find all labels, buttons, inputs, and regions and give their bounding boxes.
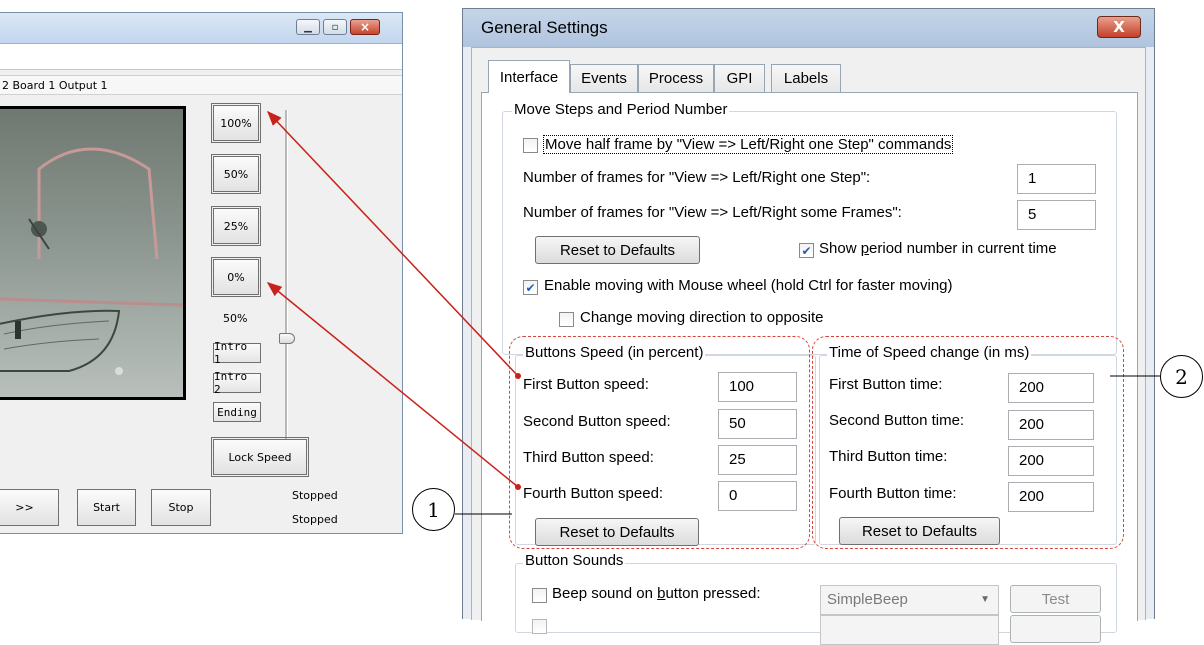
annotation-arrows <box>266 110 1160 515</box>
second-sound-select[interactable] <box>820 615 999 645</box>
arrow-fourth-speed <box>266 282 519 488</box>
second-test-button[interactable] <box>1010 615 1101 643</box>
callout-1: 1 <box>412 488 455 531</box>
arrow-first-speed <box>266 110 519 377</box>
callout-2: 2 <box>1160 355 1203 398</box>
second-sound-checkbox[interactable] <box>532 619 547 634</box>
tab-interface[interactable]: Interface <box>488 60 570 93</box>
